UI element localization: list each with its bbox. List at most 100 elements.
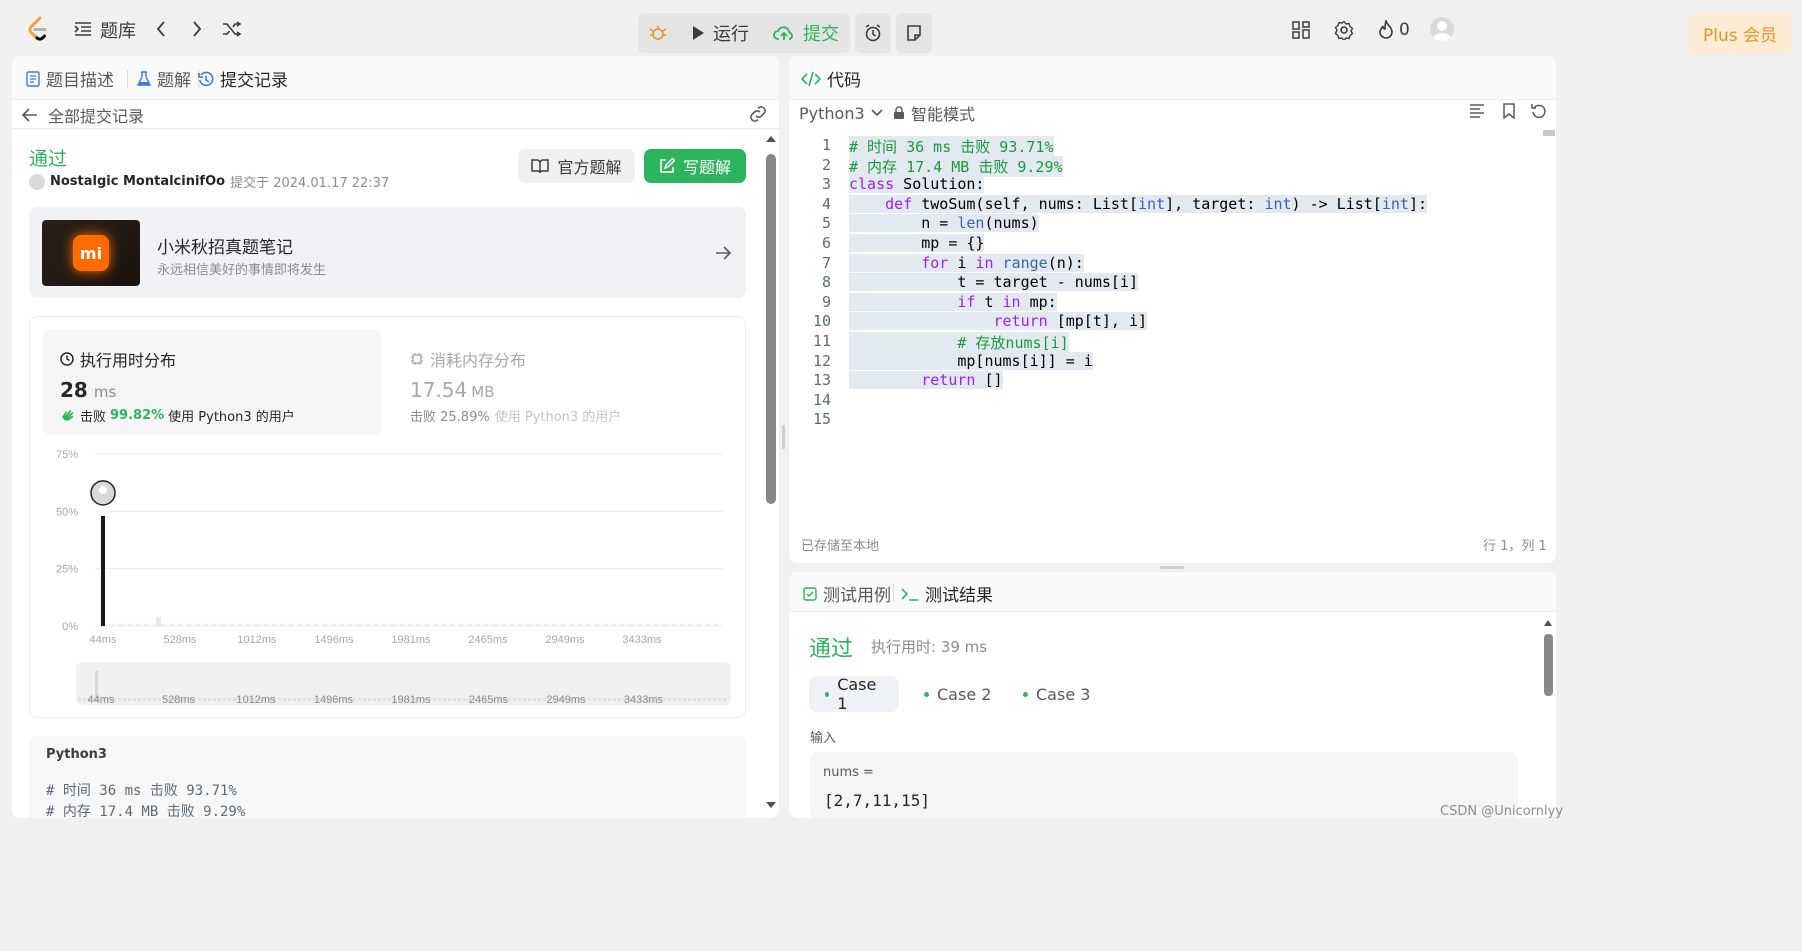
range-tick-label: 1012ms (236, 694, 276, 706)
problem-list-label[interactable]: 题库 (100, 18, 136, 42)
range-minor-bar (368, 698, 371, 701)
back-to-all-submissions[interactable]: 全部提交记录 (22, 103, 144, 127)
x-tick-label: 528ms (163, 634, 197, 646)
range-minor-bar (278, 698, 281, 701)
user-avatar[interactable] (1430, 17, 1454, 41)
left-scrollbar-thumb[interactable] (766, 154, 776, 504)
range-minor-bar (373, 698, 376, 701)
smart-mode-toggle[interactable]: 智能模式 (893, 102, 975, 124)
shuffle-icon[interactable] (221, 18, 243, 40)
promo-card[interactable]: mi 小米秋招真题笔记 永远相信美好的事情即将发生 (29, 207, 746, 298)
prev-problem-icon[interactable] (151, 18, 171, 40)
minor-bar (509, 623, 515, 626)
minor-bar (322, 623, 328, 626)
minor-bar (356, 623, 362, 626)
minor-bar (441, 623, 447, 626)
minor-bar (348, 623, 353, 626)
range-minor-bar (148, 698, 151, 701)
range-minor-bar (608, 698, 611, 701)
range-minor-bar (708, 698, 711, 701)
range-minor-bar (143, 698, 146, 701)
memory-card[interactable]: 消耗内存分布 17.54 MB 击败 25.89% 使用 Python3 的用户 (395, 330, 733, 435)
tab-description[interactable]: 题目描述 (26, 66, 114, 91)
official-solution-button[interactable]: 官方题解 (518, 149, 635, 183)
editor-scrollbar-thumb[interactable] (1543, 130, 1555, 136)
write-solution-label: 写题解 (682, 158, 731, 177)
code-icon (801, 71, 821, 86)
y-tick-label: 25% (56, 564, 78, 576)
runtime-header: 执行用时分布 (60, 347, 176, 371)
minor-bar (526, 623, 532, 626)
minor-bar (416, 623, 421, 626)
minor-bar (654, 623, 659, 626)
case-tab-2[interactable]: Case 2 (908, 676, 1007, 712)
reset-icon[interactable] (1531, 103, 1547, 119)
results-scrollbar-up[interactable] (1544, 620, 1552, 626)
range-minor-bar (718, 698, 721, 701)
runtime-distribution-chart: 75% 50% 25% 0% 44ms 528ms 1012ms 1496ms 1981ms 24… (56, 449, 731, 706)
left-scrollbar-up[interactable] (766, 136, 776, 142)
minor-bar (484, 623, 489, 626)
y-tick-label: 0% (62, 621, 78, 633)
results-scrollbar-thumb[interactable] (1544, 634, 1553, 696)
write-solution-button[interactable]: 写题解 (644, 149, 746, 183)
minor-bar (305, 623, 311, 626)
minor-bar (280, 623, 285, 626)
tab-submissions[interactable]: 提交记录 (198, 66, 288, 91)
alarm-clock-icon (865, 24, 881, 42)
range-minor-bar (698, 698, 701, 701)
case-tab-1[interactable]: Case 1 (809, 675, 899, 713)
x-tick-label: 1496ms (314, 634, 354, 646)
submit-button[interactable]: 提交 (764, 13, 848, 53)
minor-bar (543, 623, 549, 626)
line-number: 2 (821, 155, 831, 174)
memory-beats-text: 击败 25.89% (410, 410, 490, 425)
code-preview-language: Python3 (46, 747, 107, 762)
minor-bar (331, 623, 336, 626)
case-tab-3[interactable]: Case 3 (1007, 676, 1106, 712)
code-tab-bar: 代码 (789, 56, 1556, 100)
tab-code[interactable]: 代码 (801, 66, 861, 91)
share-link-icon[interactable] (748, 104, 768, 124)
minor-bar (203, 623, 209, 626)
streak-flame-icon[interactable] (1376, 19, 1396, 41)
panel-resize-handle[interactable] (1160, 566, 1184, 569)
plus-member-button[interactable]: Plus 会员 (1689, 13, 1791, 53)
notes-button[interactable] (896, 13, 932, 53)
case-tabs: Case 1 Case 2 Case 3 (809, 675, 1209, 713)
tab-solutions[interactable]: 题解 (137, 66, 191, 91)
range-minor-bar (723, 698, 726, 701)
minor-bar (450, 623, 455, 626)
problem-list-icon[interactable] (73, 19, 93, 39)
bookmark-icon[interactable] (1503, 103, 1515, 119)
language-select[interactable]: Python3 (799, 102, 883, 124)
minor-bar (467, 623, 472, 626)
runtime-card[interactable]: 执行用时分布 28 ms 击败 99.82% 使用 Python3 的用户 (43, 330, 381, 435)
settings-gear-icon[interactable] (1333, 19, 1355, 41)
submitter-name[interactable]: Nostalgic MontalcinifOo (50, 174, 225, 189)
tab-testcases[interactable]: 测试用例 (803, 581, 891, 606)
range-minor-bar (293, 698, 296, 701)
range-minor-bar (618, 698, 621, 701)
format-icon[interactable] (1469, 104, 1485, 118)
line-number: 4 (821, 194, 831, 213)
x-tick-label: 44ms (90, 634, 117, 646)
timer-button[interactable] (855, 13, 891, 53)
code-editor[interactable]: 1 2 3 4 5 6 7 8 9 10 11 12 13 14 15 # 时间 36 ms 击败 93.7… (789, 136, 1539, 516)
clap-icon (62, 409, 74, 420)
next-problem-icon[interactable] (187, 18, 207, 40)
range-minor-bar (123, 698, 126, 701)
streak-count: 0 (1399, 20, 1410, 40)
range-tick-label: 2465ms (469, 694, 509, 706)
debug-button[interactable] (640, 13, 676, 53)
range-minor-bar (228, 698, 231, 701)
minor-bar (433, 623, 438, 626)
leetcode-logo[interactable] (24, 14, 50, 44)
range-minor-bar (528, 698, 531, 701)
layout-icon[interactable] (1290, 19, 1312, 41)
left-scrollbar-down[interactable] (766, 802, 776, 808)
tab-test-result[interactable]: 测试结果 (901, 581, 993, 606)
vertical-resize-handle[interactable] (782, 425, 785, 449)
run-button[interactable]: 运行 (680, 13, 760, 53)
range-minor-bar (363, 698, 366, 701)
